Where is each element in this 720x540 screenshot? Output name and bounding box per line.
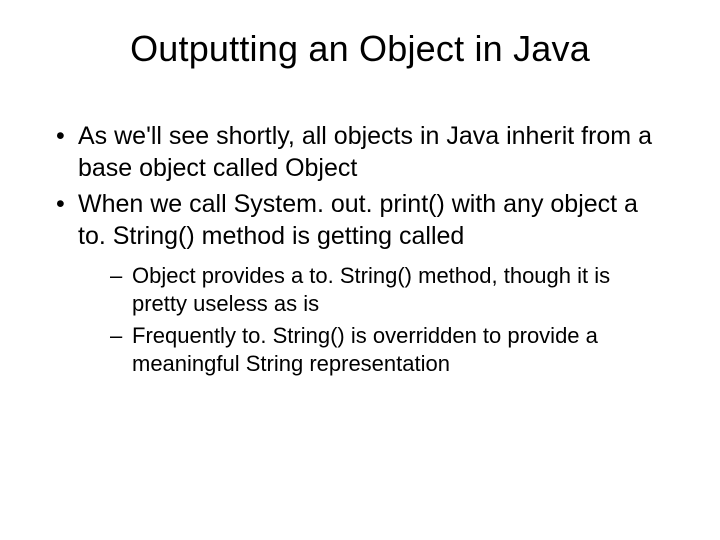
main-bullet-list: As we'll see shortly, all objects in Jav… — [50, 120, 670, 379]
bullet-text: As we'll see shortly, all objects in Jav… — [78, 122, 652, 182]
sub-bullet-text: Frequently to. String() is overridden to… — [132, 323, 598, 376]
bullet-item: When we call System. out. print() with a… — [50, 188, 670, 379]
sub-bullet-list: Object provides a to. String() method, t… — [78, 262, 670, 379]
slide-title: Outputting an Object in Java — [50, 28, 670, 70]
bullet-item: As we'll see shortly, all objects in Jav… — [50, 120, 670, 184]
sub-bullet-text: Object provides a to. String() method, t… — [132, 263, 610, 316]
sub-bullet-item: Object provides a to. String() method, t… — [106, 262, 670, 318]
sub-bullet-item: Frequently to. String() is overridden to… — [106, 322, 670, 378]
bullet-text: When we call System. out. print() with a… — [78, 190, 638, 250]
